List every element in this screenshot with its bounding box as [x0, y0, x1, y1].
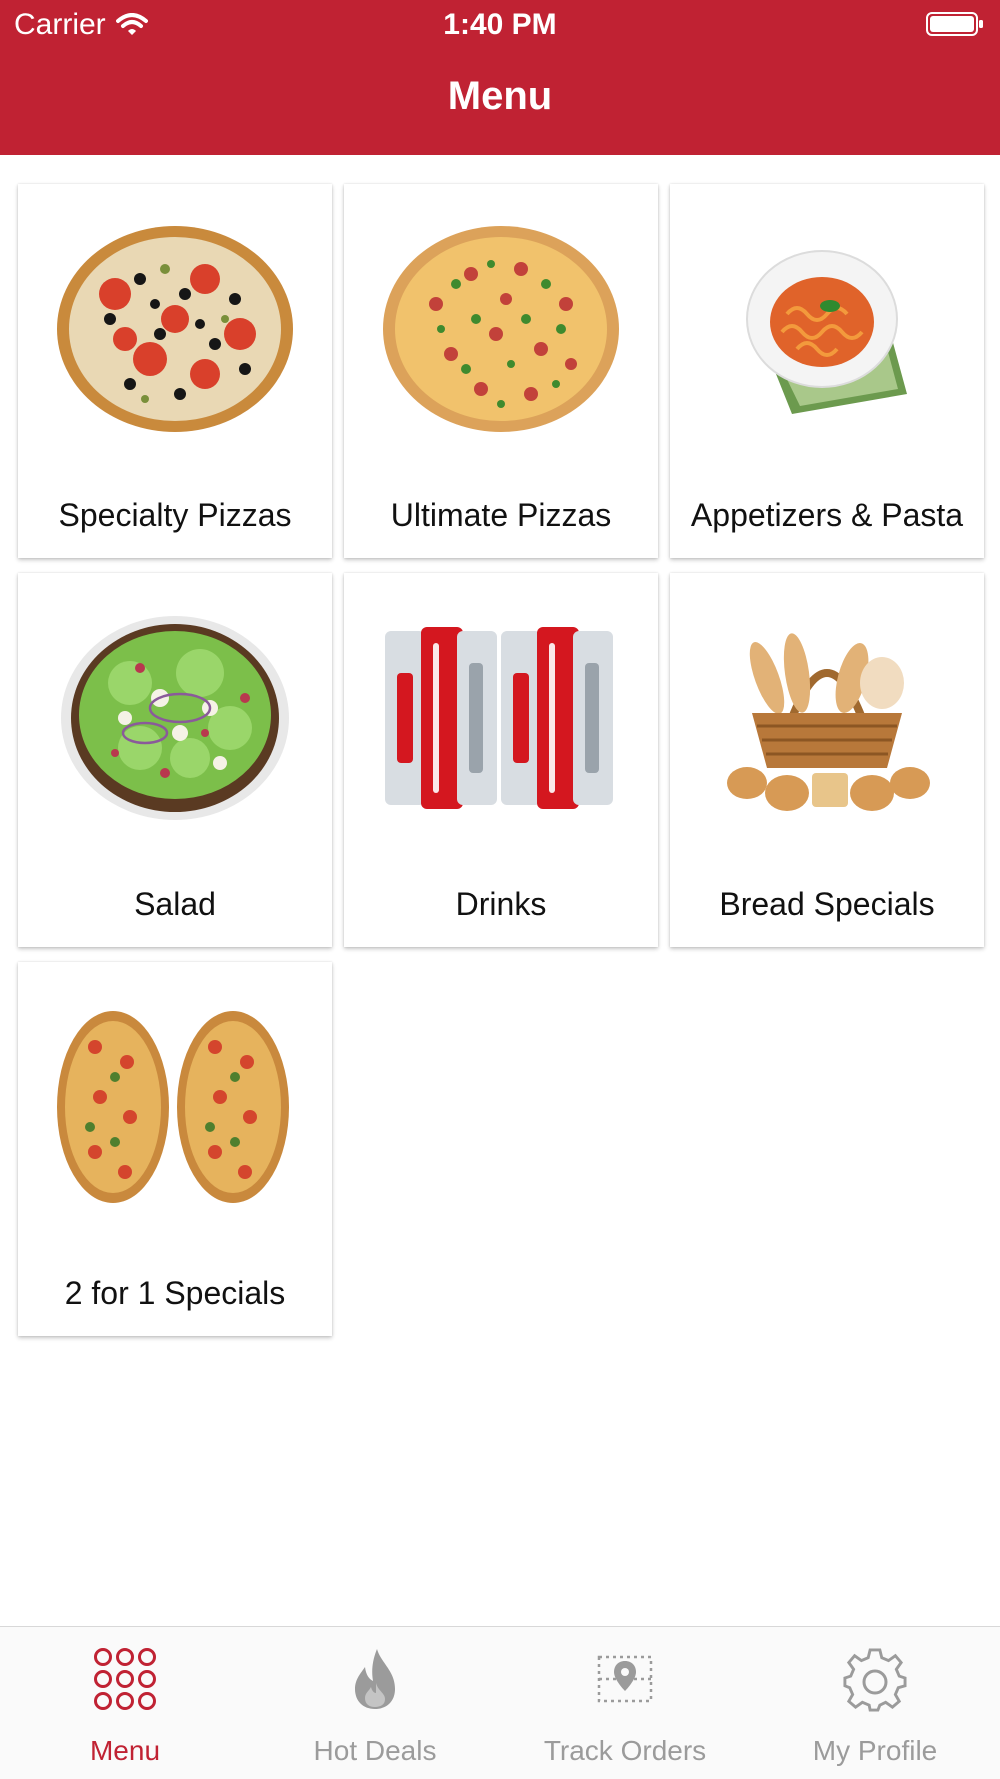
category-card-2-for-1-specials[interactable]: 2 for 1 Specials [18, 962, 332, 1336]
coke-cans-image [344, 613, 658, 823]
tab-label: Track Orders [543, 1735, 707, 1766]
category-card-appetizers-pasta[interactable]: Appetizers & Pasta [670, 184, 984, 558]
category-label: Bread Specials [719, 886, 935, 922]
tab-label: Menu [89, 1735, 161, 1766]
category-label: 2 for 1 Specials [64, 1275, 286, 1311]
tab-label: My Profile [812, 1735, 938, 1766]
specialty-pizza-image [18, 224, 332, 434]
bread-basket-image [670, 613, 984, 823]
pasta-image [670, 224, 984, 434]
flame-icon [355, 1649, 395, 1709]
category-grid: Specialty Pizzas Ultimate Pizzas Appetiz… [18, 184, 984, 1336]
grid-dots-icon [94, 1648, 156, 1710]
tab-bar: Menu Hot Deals Track Orders My Profile [0, 1626, 1000, 1779]
category-card-specialty-pizzas[interactable]: Specialty Pizzas [18, 184, 332, 558]
category-card-ultimate-pizzas[interactable]: Ultimate Pizzas [344, 184, 658, 558]
category-label: Specialty Pizzas [58, 497, 292, 533]
status-time: 1:40 PM [443, 8, 557, 41]
tab-track-orders[interactable]: Track Orders [500, 1627, 750, 1779]
category-card-drinks[interactable]: Drinks [344, 573, 658, 947]
category-label: Appetizers & Pasta [690, 497, 964, 533]
page-title: Menu [447, 74, 553, 118]
status-bar: Carrier 1:40 PM [0, 0, 1000, 50]
gear-icon [843, 1648, 907, 1712]
tab-menu[interactable]: Menu [0, 1627, 250, 1779]
battery-icon [926, 12, 983, 36]
tab-my-profile[interactable]: My Profile [750, 1627, 1000, 1779]
tab-hot-deals[interactable]: Hot Deals [250, 1627, 500, 1779]
salad-image [18, 613, 332, 823]
tab-label: Hot Deals [313, 1735, 437, 1766]
category-card-salad[interactable]: Salad [18, 573, 332, 947]
ultimate-pizza-image [344, 224, 658, 434]
app-header: Carrier 1:40 PM Menu [0, 0, 1000, 155]
category-label: Ultimate Pizzas [390, 497, 612, 533]
two-pizzas-image [18, 1002, 332, 1212]
category-label: Salad [134, 886, 216, 922]
category-card-bread-specials[interactable]: Bread Specials [670, 573, 984, 947]
category-label: Drinks [455, 886, 547, 922]
map-pin-icon [597, 1655, 653, 1703]
